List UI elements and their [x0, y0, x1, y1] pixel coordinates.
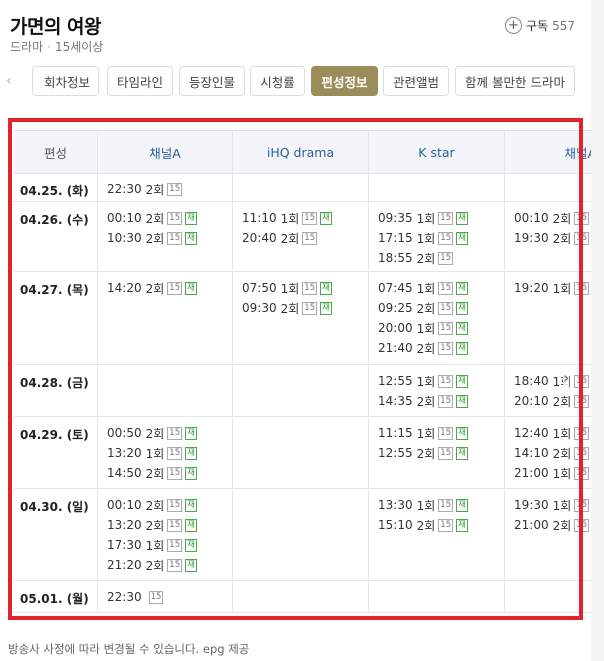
tab-ratings[interactable]: 시청률: [250, 66, 305, 96]
subscribe-label: 구독: [526, 19, 549, 33]
subscribe-count: 557: [552, 18, 575, 33]
tab-cast[interactable]: 등장인물: [179, 66, 245, 96]
tab-timeline[interactable]: 타임라인: [107, 66, 173, 96]
rating-label: 15세이상: [54, 40, 104, 54]
genre-label: 드라마: [10, 40, 44, 54]
chevron-right-icon[interactable]: ›: [563, 368, 570, 387]
plus-icon: +: [505, 17, 522, 34]
highlight-box: [8, 118, 583, 620]
meta-separator: ·: [47, 40, 51, 54]
tab-recommended-dramas[interactable]: 함께 볼만한 드라마: [455, 66, 575, 96]
program-panel: 가면의 여왕 드라마 · 15세이상 + 구독 557 ‹ 회차정보 타임라인 등장…: [0, 0, 591, 661]
tab-related-albums[interactable]: 관련앨범: [383, 66, 449, 96]
page-gutter: [591, 0, 604, 661]
tab-schedule[interactable]: 편성정보: [311, 66, 378, 96]
chevron-left-icon[interactable]: ‹: [6, 73, 12, 89]
tab-bar: ‹ 회차정보 타임라인 등장인물 시청률 편성정보 관련앨범 함께 볼만한 드라…: [0, 65, 591, 99]
footer-note: 방송사 사정에 따라 변경될 수 있습니다. epg 제공: [8, 642, 250, 656]
subscribe-button[interactable]: + 구독 557: [505, 17, 575, 34]
program-meta: 드라마 · 15세이상: [10, 38, 103, 55]
tab-episode-info[interactable]: 회차정보: [32, 66, 99, 96]
program-title: 가면의 여왕: [10, 16, 102, 38]
